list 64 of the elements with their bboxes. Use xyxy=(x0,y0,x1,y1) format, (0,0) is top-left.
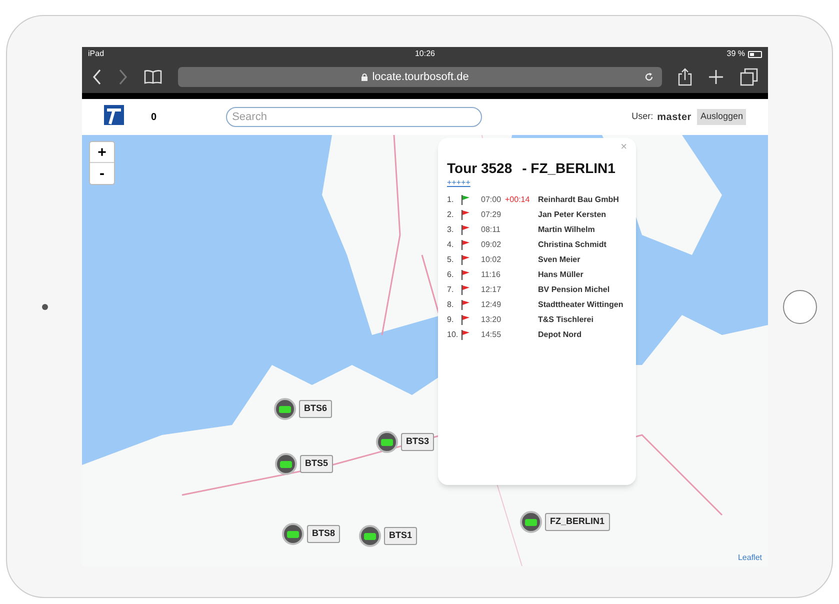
stop-number: 2. xyxy=(447,209,455,221)
stop-time: 07:00 xyxy=(481,194,502,206)
zoom-out-button[interactable]: - xyxy=(90,163,114,184)
stop-time: 12:17 xyxy=(481,284,502,296)
stop-number: 7. xyxy=(447,284,455,296)
stop-number: 5. xyxy=(447,254,455,266)
battery-percent: 39 % xyxy=(726,48,745,60)
stop-time: 14:55 xyxy=(481,329,502,341)
attribution-link[interactable]: Leaflet xyxy=(738,552,762,564)
stop-name: BV Pension Michel xyxy=(538,284,610,296)
count-label: 0 xyxy=(151,110,157,124)
vehicle-label[interactable]: BTS6 xyxy=(299,400,332,418)
stop-name: Sven Meier xyxy=(538,254,580,266)
stop-time: 08:11 xyxy=(481,224,502,236)
delay-text: +00:14 xyxy=(505,195,530,204)
stop-time: 13:20 xyxy=(481,314,502,326)
lock-icon xyxy=(361,73,368,81)
stop-name: Stadttheater Wittingen xyxy=(538,299,624,311)
vehicle-title: - FZ_BERLIN1 xyxy=(522,159,616,178)
stop-name: T&S Tischlerei xyxy=(538,314,594,326)
stop-name: Jan Peter Kersten xyxy=(538,209,606,221)
vehicle-label[interactable]: BTS5 xyxy=(300,455,334,473)
home-button[interactable] xyxy=(783,290,817,324)
stop-time: 07:29 xyxy=(481,209,502,221)
reload-icon[interactable] xyxy=(644,72,654,82)
vehicle-label[interactable]: FZ_BERLIN1 xyxy=(545,513,610,531)
bookmarks-icon[interactable] xyxy=(144,70,162,84)
stop-name: Martin Wilhelm xyxy=(538,224,595,236)
stop-number: 3. xyxy=(447,224,455,236)
vehicle-label[interactable]: BTS1 xyxy=(384,527,418,545)
stop-name: Hans Müller xyxy=(538,269,584,281)
stop-number: 4. xyxy=(447,239,455,251)
stop-time: 09:02 xyxy=(481,239,502,251)
stop-number: 6. xyxy=(447,269,455,281)
stop-name: Depot Nord xyxy=(538,329,582,341)
stop-number: 1. xyxy=(447,194,455,206)
stop-number: 10. xyxy=(447,329,460,341)
tour-title: Tour 3528 xyxy=(447,159,512,178)
stop-time: 11:16 xyxy=(481,269,502,281)
user-name: master xyxy=(657,110,692,124)
stop-time: 12:49 xyxy=(481,299,502,311)
stop-name: Christina Schmidt xyxy=(538,239,606,251)
stop-time: 10:02 xyxy=(481,254,502,266)
search-field[interactable]: Search xyxy=(226,107,482,127)
share-icon[interactable] xyxy=(678,68,692,86)
plus-icon[interactable] xyxy=(708,69,724,85)
camera-icon xyxy=(42,304,48,310)
clock: 10:26 xyxy=(414,48,436,60)
stop-number: 9. xyxy=(447,314,455,326)
tabs-icon[interactable] xyxy=(740,68,758,86)
device-name: iPad xyxy=(88,48,106,60)
vehicle-label[interactable]: BTS8 xyxy=(307,525,340,543)
forward-icon[interactable] xyxy=(118,69,128,85)
user-label: User: xyxy=(632,110,654,124)
back-icon[interactable] xyxy=(92,69,102,85)
stop-name: Reinhardt Bau GmbH xyxy=(538,194,619,206)
rating-link[interactable]: +++++ xyxy=(447,179,627,187)
url-field[interactable]: locate.tourbosoft.de xyxy=(178,67,662,87)
url-text: locate.tourbosoft.de xyxy=(372,70,469,85)
battery-icon xyxy=(748,50,762,58)
logout-button[interactable]: Ausloggen xyxy=(697,109,746,125)
stop-number: 8. xyxy=(447,299,455,311)
zoom-in-button[interactable]: + xyxy=(90,142,114,163)
vehicle-label[interactable]: BTS3 xyxy=(401,433,434,451)
